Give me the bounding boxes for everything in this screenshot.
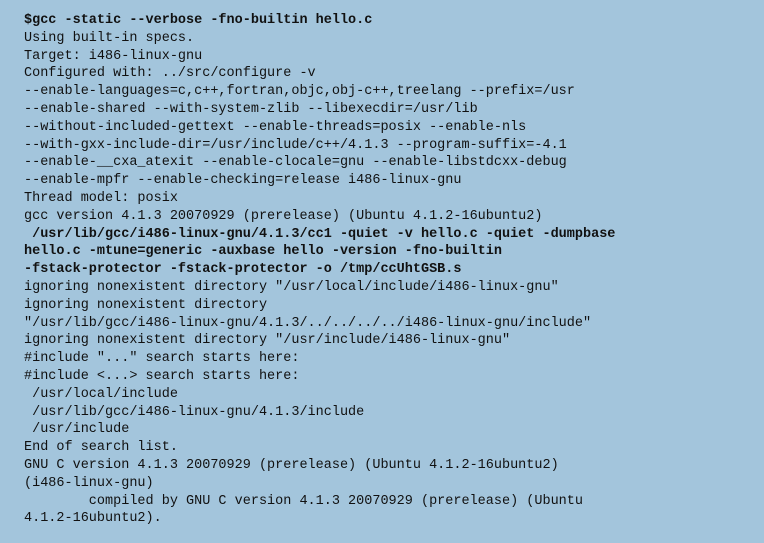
output-line: /usr/include	[24, 422, 130, 438]
output-line: Configured with: ../src/configure -v	[24, 66, 316, 82]
output-line: Thread model: posix	[24, 190, 178, 206]
output-line: 4.1.2-16ubuntu2).	[24, 511, 162, 527]
output-line: /usr/local/include	[24, 386, 178, 402]
output-line: #include <...> search starts here:	[24, 368, 300, 384]
output-line: End of search list.	[24, 440, 178, 456]
output-line: Using built-in specs.	[24, 30, 195, 46]
output-line: ignoring nonexistent directory "/usr/loc…	[24, 279, 559, 295]
output-line-bold: hello.c -mtune=generic -auxbase hello -v…	[24, 244, 502, 260]
output-line: /usr/lib/gcc/i486-linux-gnu/4.1.3/includ…	[24, 404, 365, 420]
output-line: gcc version 4.1.3 20070929 (prerelease) …	[24, 208, 543, 224]
output-line: Target: i486-linux-gnu	[24, 48, 203, 64]
terminal-output: $gcc -static --verbose -fno-builtin hell…	[0, 0, 764, 543]
output-line: --with-gxx-include-dir=/usr/include/c++/…	[24, 137, 567, 153]
output-line: --enable-shared --with-system-zlib --lib…	[24, 101, 478, 117]
output-line: --enable-languages=c,c++,fortran,objc,ob…	[24, 84, 575, 100]
output-line: ignoring nonexistent directory "/usr/inc…	[24, 333, 511, 349]
output-line: #include "..." search starts here:	[24, 351, 300, 367]
output-line-bold: -fstack-protector -fstack-protector -o /…	[24, 262, 462, 278]
output-line: --without-included-gettext --enable-thre…	[24, 119, 527, 135]
output-line: compiled by GNU C version 4.1.3 20070929…	[24, 493, 583, 509]
output-line: --enable-mpfr --enable-checking=release …	[24, 173, 462, 189]
output-line: --enable-__cxa_atexit --enable-clocale=g…	[24, 155, 567, 171]
output-line: ignoring nonexistent directory	[24, 297, 268, 313]
output-line-bold: /usr/lib/gcc/i486-linux-gnu/4.1.3/cc1 -q…	[24, 226, 616, 242]
output-line: GNU C version 4.1.3 20070929 (prerelease…	[24, 457, 559, 473]
output-line: (i486-linux-gnu)	[24, 475, 154, 491]
output-line: "/usr/lib/gcc/i486-linux-gnu/4.1.3/../..…	[24, 315, 592, 331]
command-line: $gcc -static --verbose -fno-builtin hell…	[24, 13, 373, 28]
